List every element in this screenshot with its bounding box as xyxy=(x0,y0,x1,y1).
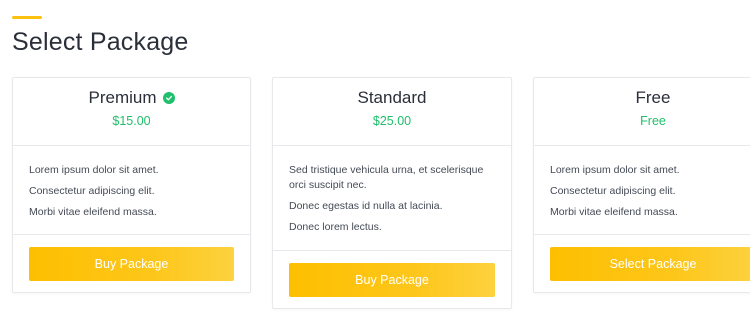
package-card-premium: Premium $15.00 Lorem ipsum dolor sit ame… xyxy=(12,77,251,293)
feature-list: Lorem ipsum dolor sit amet. Consectetur … xyxy=(534,146,750,220)
package-name: Premium xyxy=(88,88,157,107)
buy-package-button[interactable]: Buy Package xyxy=(29,247,234,281)
package-name: Free xyxy=(635,88,671,107)
card-footer: Select Package xyxy=(534,234,750,292)
buy-package-button[interactable]: Buy Package xyxy=(289,263,495,297)
card-header: Free Free xyxy=(534,78,750,146)
package-card-standard: Standard $25.00 Sed tristique vehicula u… xyxy=(272,77,512,309)
card-footer: Buy Package xyxy=(273,250,511,308)
title-accent-bar xyxy=(12,16,42,19)
feature-item: Sed tristique vehicula urna, et sceleris… xyxy=(289,164,484,191)
feature-item: Consectetur adipiscing elit. xyxy=(29,185,155,197)
package-price: $15.00 xyxy=(112,114,151,128)
package-card-free: Free Free Lorem ipsum dolor sit amet. Co… xyxy=(533,77,750,293)
feature-item: Donec lorem lectus. xyxy=(289,221,382,233)
feature-list: Sed tristique vehicula urna, et sceleris… xyxy=(273,146,511,235)
feature-item: Morbi vitae eleifend massa. xyxy=(29,206,157,218)
feature-item: Donec egestas id nulla at lacinia. xyxy=(289,200,443,212)
package-price: $25.00 xyxy=(372,114,412,128)
select-package-button[interactable]: Select Package xyxy=(550,247,750,281)
feature-list: Lorem ipsum dolor sit amet. Consectetur … xyxy=(13,146,250,220)
card-header: Standard $25.00 xyxy=(273,78,511,146)
package-price: Free xyxy=(640,114,666,128)
page-title: Select Package xyxy=(12,28,189,56)
package-name: Standard xyxy=(357,88,427,107)
card-header: Premium $15.00 xyxy=(13,78,250,146)
feature-item: Consectetur adipiscing elit. xyxy=(550,185,676,197)
feature-item: Morbi vitae eleifend massa. xyxy=(550,206,678,218)
check-circle-icon xyxy=(162,92,175,104)
feature-item: Lorem ipsum dolor sit amet. xyxy=(550,164,680,176)
card-footer: Buy Package xyxy=(13,234,250,292)
feature-item: Lorem ipsum dolor sit amet. xyxy=(29,164,159,176)
